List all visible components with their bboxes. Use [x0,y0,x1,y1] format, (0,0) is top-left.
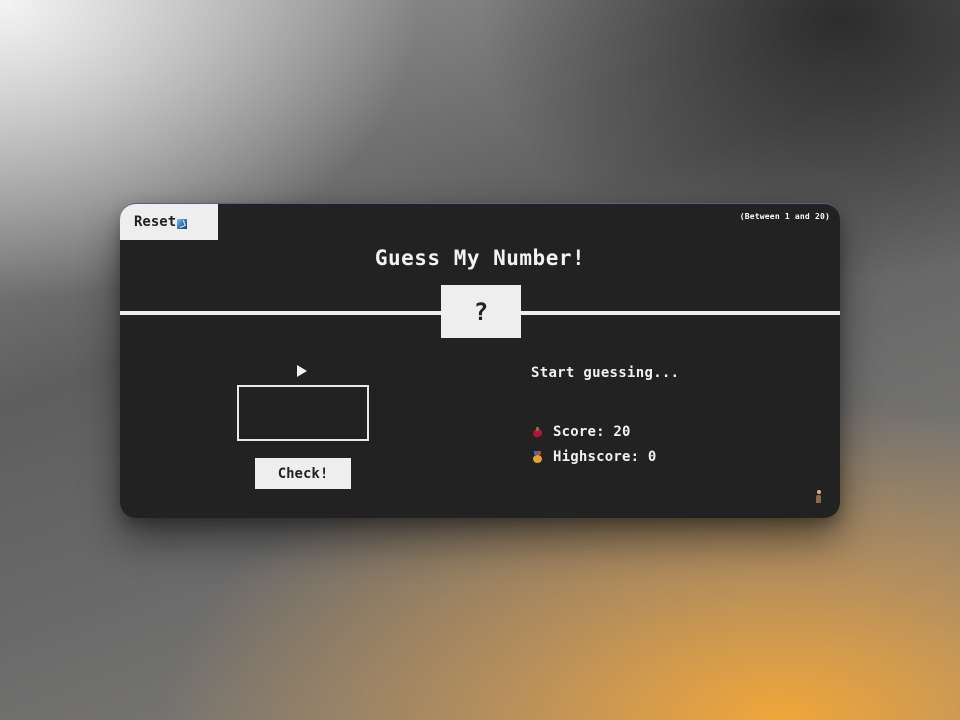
highscore-label: Highscore: [553,449,648,465]
score-text: Score: 20 [553,424,631,440]
person-icon [815,490,823,504]
refresh-icon [177,218,188,229]
heart-icon [532,426,543,438]
score-value: 20 [613,424,631,440]
guess-input[interactable] [237,385,369,441]
secret-number-box: ? [441,285,521,338]
highscore-text: Highscore: 0 [553,449,657,465]
play-icon [297,365,307,377]
status-message: Start guessing... [531,365,680,381]
range-hint: (Between 1 and 20) [739,212,830,221]
highscore-value: 0 [647,449,657,465]
score-row: Score: 20 [532,424,631,440]
score-label: Score: [553,424,614,440]
reset-button[interactable]: Reset [120,204,218,240]
reset-label: Reset [134,214,177,230]
page-title: Guess My Number! [374,246,586,270]
medal-icon [532,451,543,463]
check-button[interactable]: Check! [255,458,351,489]
game-card: Reset (Between 1 and 20) Guess My Number… [120,203,840,518]
highscore-row: Highscore: 0 [532,449,657,465]
